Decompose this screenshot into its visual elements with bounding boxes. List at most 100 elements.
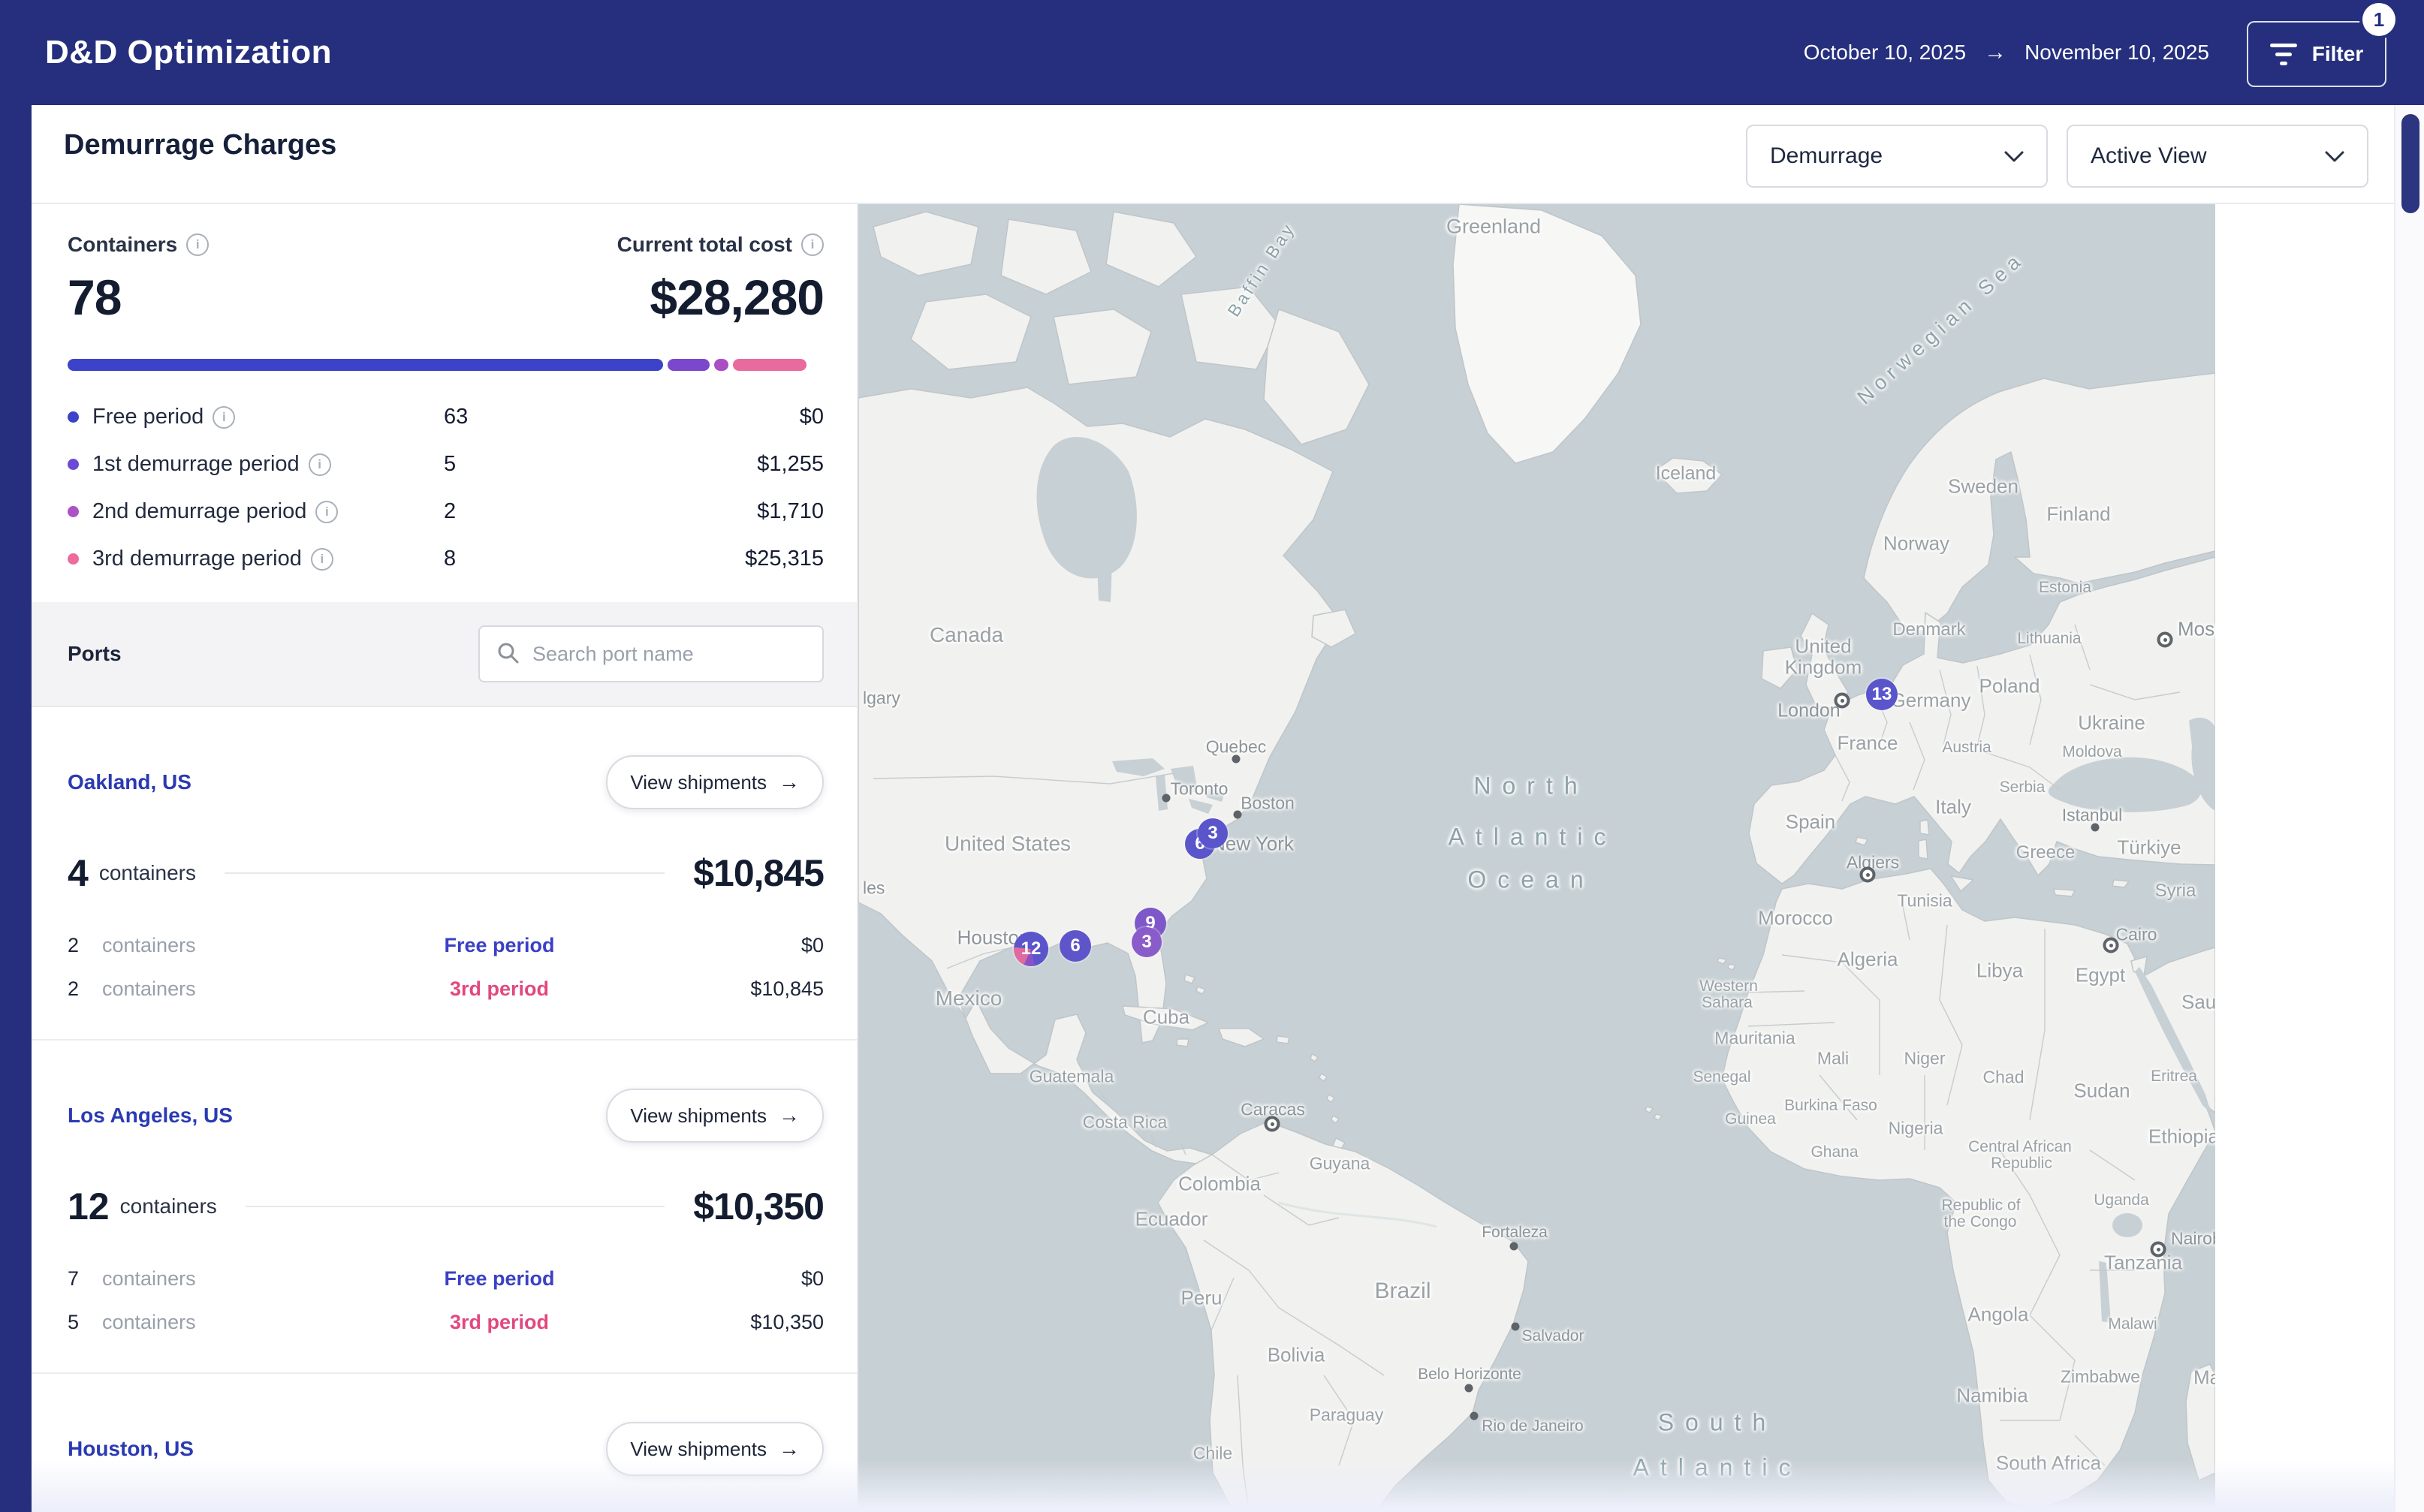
- date-start: October 10, 2025: [1804, 41, 1966, 65]
- period-container-count: 5: [68, 1311, 98, 1334]
- search-icon: [496, 641, 519, 667]
- period-name: 3rd period: [327, 977, 671, 1001]
- info-icon[interactable]: i: [801, 233, 824, 256]
- port-container-word: containers: [99, 861, 196, 885]
- cost-label: Current total cost: [617, 233, 792, 257]
- info-icon[interactable]: i: [311, 548, 333, 571]
- port-container-count: 4: [68, 851, 89, 895]
- view-shipments-label: View shipments: [630, 1104, 767, 1128]
- period-name: 3rd period: [327, 1311, 671, 1334]
- legend-count: 63: [444, 405, 534, 429]
- date-end: November 10, 2025: [2025, 41, 2209, 65]
- period-container-count: 2: [68, 934, 98, 957]
- port-cluster-marker[interactable]: 13: [1866, 679, 1898, 710]
- legend-dot: [68, 506, 79, 517]
- chevron-down-icon: [2325, 143, 2344, 169]
- view-shipments-button[interactable]: View shipments→: [606, 1422, 824, 1476]
- period-container-word: containers: [102, 1311, 327, 1334]
- legend-count: 8: [444, 547, 534, 571]
- demurrage-side-panel: Containers i Current total cost i 78 $28…: [32, 204, 858, 1512]
- legend-dot: [68, 411, 79, 423]
- world-map[interactable]: GreenlandBaffin BayNorwegian SeaIcelandS…: [858, 204, 2215, 1512]
- port-cluster-marker[interactable]: 6: [1060, 930, 1091, 962]
- arrow-right-icon: →: [779, 770, 800, 794]
- divider: [225, 872, 665, 874]
- arrow-right-icon: →: [779, 1104, 800, 1128]
- legend-count: 2: [444, 499, 534, 524]
- info-icon[interactable]: i: [309, 453, 331, 476]
- legend-label: 2nd demurrage period: [92, 499, 306, 524]
- legend-label: Free period: [92, 405, 204, 429]
- chevron-down-icon: [2004, 143, 2024, 169]
- port-card: Houston, USView shipments→12containers$5…: [32, 1374, 857, 1512]
- period-amount: $0: [671, 1267, 824, 1291]
- port-period-row: 2containers3rd period$10,845: [68, 967, 824, 1011]
- metric-dropdown[interactable]: Demurrage: [1746, 125, 2048, 188]
- port-period-row: 5containers3rd period$10,350: [68, 1300, 824, 1344]
- containers-label: Containers: [68, 233, 177, 257]
- port-name-link[interactable]: Los Angeles, US: [68, 1104, 233, 1128]
- dnd-optimization-screen: D&D Optimization October 10, 2025 → Nove…: [0, 0, 2424, 1512]
- cost-label-group: Current total cost i: [617, 233, 824, 257]
- divider: [246, 1206, 665, 1207]
- filter-button[interactable]: Filter: [2247, 21, 2386, 87]
- page-left-border: [0, 105, 32, 1512]
- period-amount: $10,845: [671, 977, 824, 1001]
- port-name-link[interactable]: Oakland, US: [68, 770, 191, 794]
- port-period-row: 7containersFree period$0: [68, 1257, 824, 1300]
- legend-row: 2nd demurrage period i 2$1,710: [68, 488, 824, 535]
- info-icon[interactable]: i: [315, 501, 338, 523]
- legend-row: Free period i 63$0: [68, 393, 824, 441]
- period-legend: Free periodi63$01st demurrage periodi5$1…: [68, 393, 824, 583]
- port-container-count: 12: [68, 1185, 110, 1228]
- page-scrollbar[interactable]: [2394, 105, 2424, 1512]
- port-period-row: 2containersFree period$0: [68, 923, 824, 967]
- app-header: D&D Optimization October 10, 2025 → Nove…: [0, 0, 2424, 105]
- legend-amount: $25,315: [534, 547, 824, 571]
- legend-amount: $1,710: [534, 499, 824, 524]
- port-card: Oakland, US View shipments→ 4 containers $10…: [32, 707, 857, 1041]
- period-container-word: containers: [102, 934, 327, 957]
- port-total-cost: $10,845: [693, 851, 824, 895]
- bar-segment: [668, 359, 710, 371]
- bar-segment: [68, 359, 663, 371]
- page-title: Demurrage Charges: [64, 129, 336, 161]
- containers-value: 78: [68, 269, 121, 326]
- legend-amount: $0: [534, 405, 824, 429]
- port-name-link[interactable]: Houston, US: [68, 1437, 194, 1461]
- port-cluster-marker[interactable]: 3: [1198, 818, 1228, 848]
- period-container-count: 7: [68, 1267, 98, 1291]
- filter-icon: [2270, 44, 2297, 65]
- info-icon[interactable]: i: [213, 406, 235, 429]
- port-card: Los Angeles, US View shipments → 12 containe…: [32, 1041, 857, 1374]
- containers-label-group: Containers i: [68, 233, 209, 257]
- metric-dropdown-value: Demurrage: [1770, 143, 1883, 169]
- info-icon[interactable]: i: [186, 233, 209, 256]
- view-dropdown[interactable]: Active View: [2067, 125, 2368, 188]
- app-title: D&D Optimization: [45, 34, 332, 71]
- view-shipments-label: View shipments: [630, 1438, 767, 1461]
- legend-dot: [68, 459, 79, 470]
- port-search-input[interactable]: [531, 642, 806, 667]
- view-shipments-button[interactable]: View shipments →: [606, 1089, 824, 1143]
- period-container-count: 2: [68, 977, 98, 1001]
- arrow-right-icon: →: [1984, 40, 2006, 65]
- scrollbar-thumb[interactable]: [2401, 114, 2419, 213]
- port-cluster-marker[interactable]: 12: [1014, 932, 1048, 966]
- port-cluster-marker[interactable]: 3: [1132, 927, 1162, 957]
- view-shipments-button[interactable]: View shipments→: [606, 755, 824, 809]
- ports-title: Ports: [68, 642, 122, 666]
- filter-badge: 1: [2362, 3, 2395, 36]
- map-canvas: [858, 204, 2215, 1512]
- legend-label: 1st demurrage period: [92, 452, 300, 477]
- bar-segment: [733, 359, 806, 371]
- period-amount: $10,350: [671, 1311, 824, 1334]
- bar-segment: [714, 359, 728, 371]
- period-name: Free period: [327, 934, 671, 957]
- ports-section-header: Ports: [32, 602, 857, 707]
- date-range[interactable]: October 10, 2025 → November 10, 2025: [1804, 0, 2209, 105]
- filter-button-label: Filter: [2312, 42, 2363, 66]
- legend-row: 3rd demurrage periodi8$25,315: [68, 535, 824, 583]
- legend-amount: $1,255: [534, 452, 824, 477]
- port-search[interactable]: [478, 625, 824, 682]
